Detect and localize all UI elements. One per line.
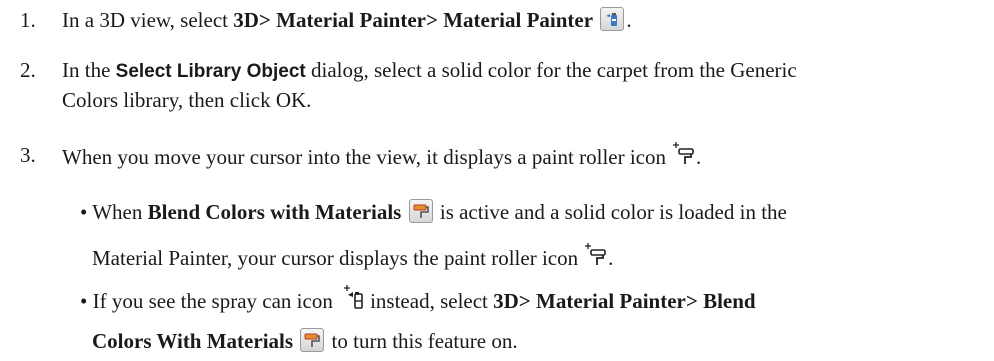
bullet-text-line2: Colors With Materials to turn this featu… [92, 326, 518, 356]
bullet-post: to turn this feature on. [326, 329, 518, 353]
step-number: 1. [20, 8, 36, 32]
bullet-line2: Material Painter, your cursor displays t… [92, 246, 579, 270]
step-text-body: When you move your cursor into the view,… [62, 145, 666, 169]
dialog-name: Select Library Object [115, 61, 306, 82]
step-text: In the Select Library Object dialog, sel… [62, 55, 797, 87]
menu-path: 3D> Material Painter> Blend [493, 289, 756, 313]
bullet-line2-post: . [608, 246, 614, 270]
blend-colors-paint-roller-icon [408, 199, 433, 223]
bullet-text: • If you see the spray can icon instead,… [80, 284, 756, 318]
blend-colors-menu-label: Colors With Materials [92, 329, 294, 353]
step-text-post: . [696, 145, 702, 169]
step-text-line2: Colors library, then click OK. [62, 88, 312, 112]
paint-roller-cursor-icon [584, 241, 608, 275]
blend-colors-paint-roller-icon [300, 328, 325, 352]
step-text-line1: dialog, select a solid color for the car… [305, 58, 797, 82]
step-number: 2. [20, 58, 36, 82]
spray-can-cursor-icon [343, 284, 365, 318]
step-text-pre: In the [62, 58, 116, 82]
blend-colors-label: Blend Colors with Materials [147, 200, 402, 224]
bullet-text-line2: Material Painter, your cursor displays t… [92, 241, 613, 275]
bullet-mid: instead, select [364, 289, 494, 313]
material-painter-spray-can-icon [600, 7, 625, 31]
instructions-page: 1. In a 3D view, select 3D> Material Pai… [0, 0, 994, 361]
bullet-text: • When Blend Colors with Materials is ac… [80, 197, 787, 227]
step-text: In a 3D view, select 3D> Material Painte… [62, 5, 632, 35]
bullet-pre: • If you see the spray can icon [80, 289, 333, 313]
step-text-post: . [626, 8, 632, 32]
step-number: 3. [20, 143, 36, 167]
step-text-pre: In a 3D view, select [62, 8, 234, 32]
bullet-pre: • When [80, 200, 148, 224]
paint-roller-cursor-icon [672, 140, 696, 174]
bullet-line1: is active and a solid color is loaded in… [434, 200, 787, 224]
menu-path: 3D> Material Painter> Material Painter [233, 8, 594, 32]
step-text: When you move your cursor into the view,… [62, 140, 701, 174]
